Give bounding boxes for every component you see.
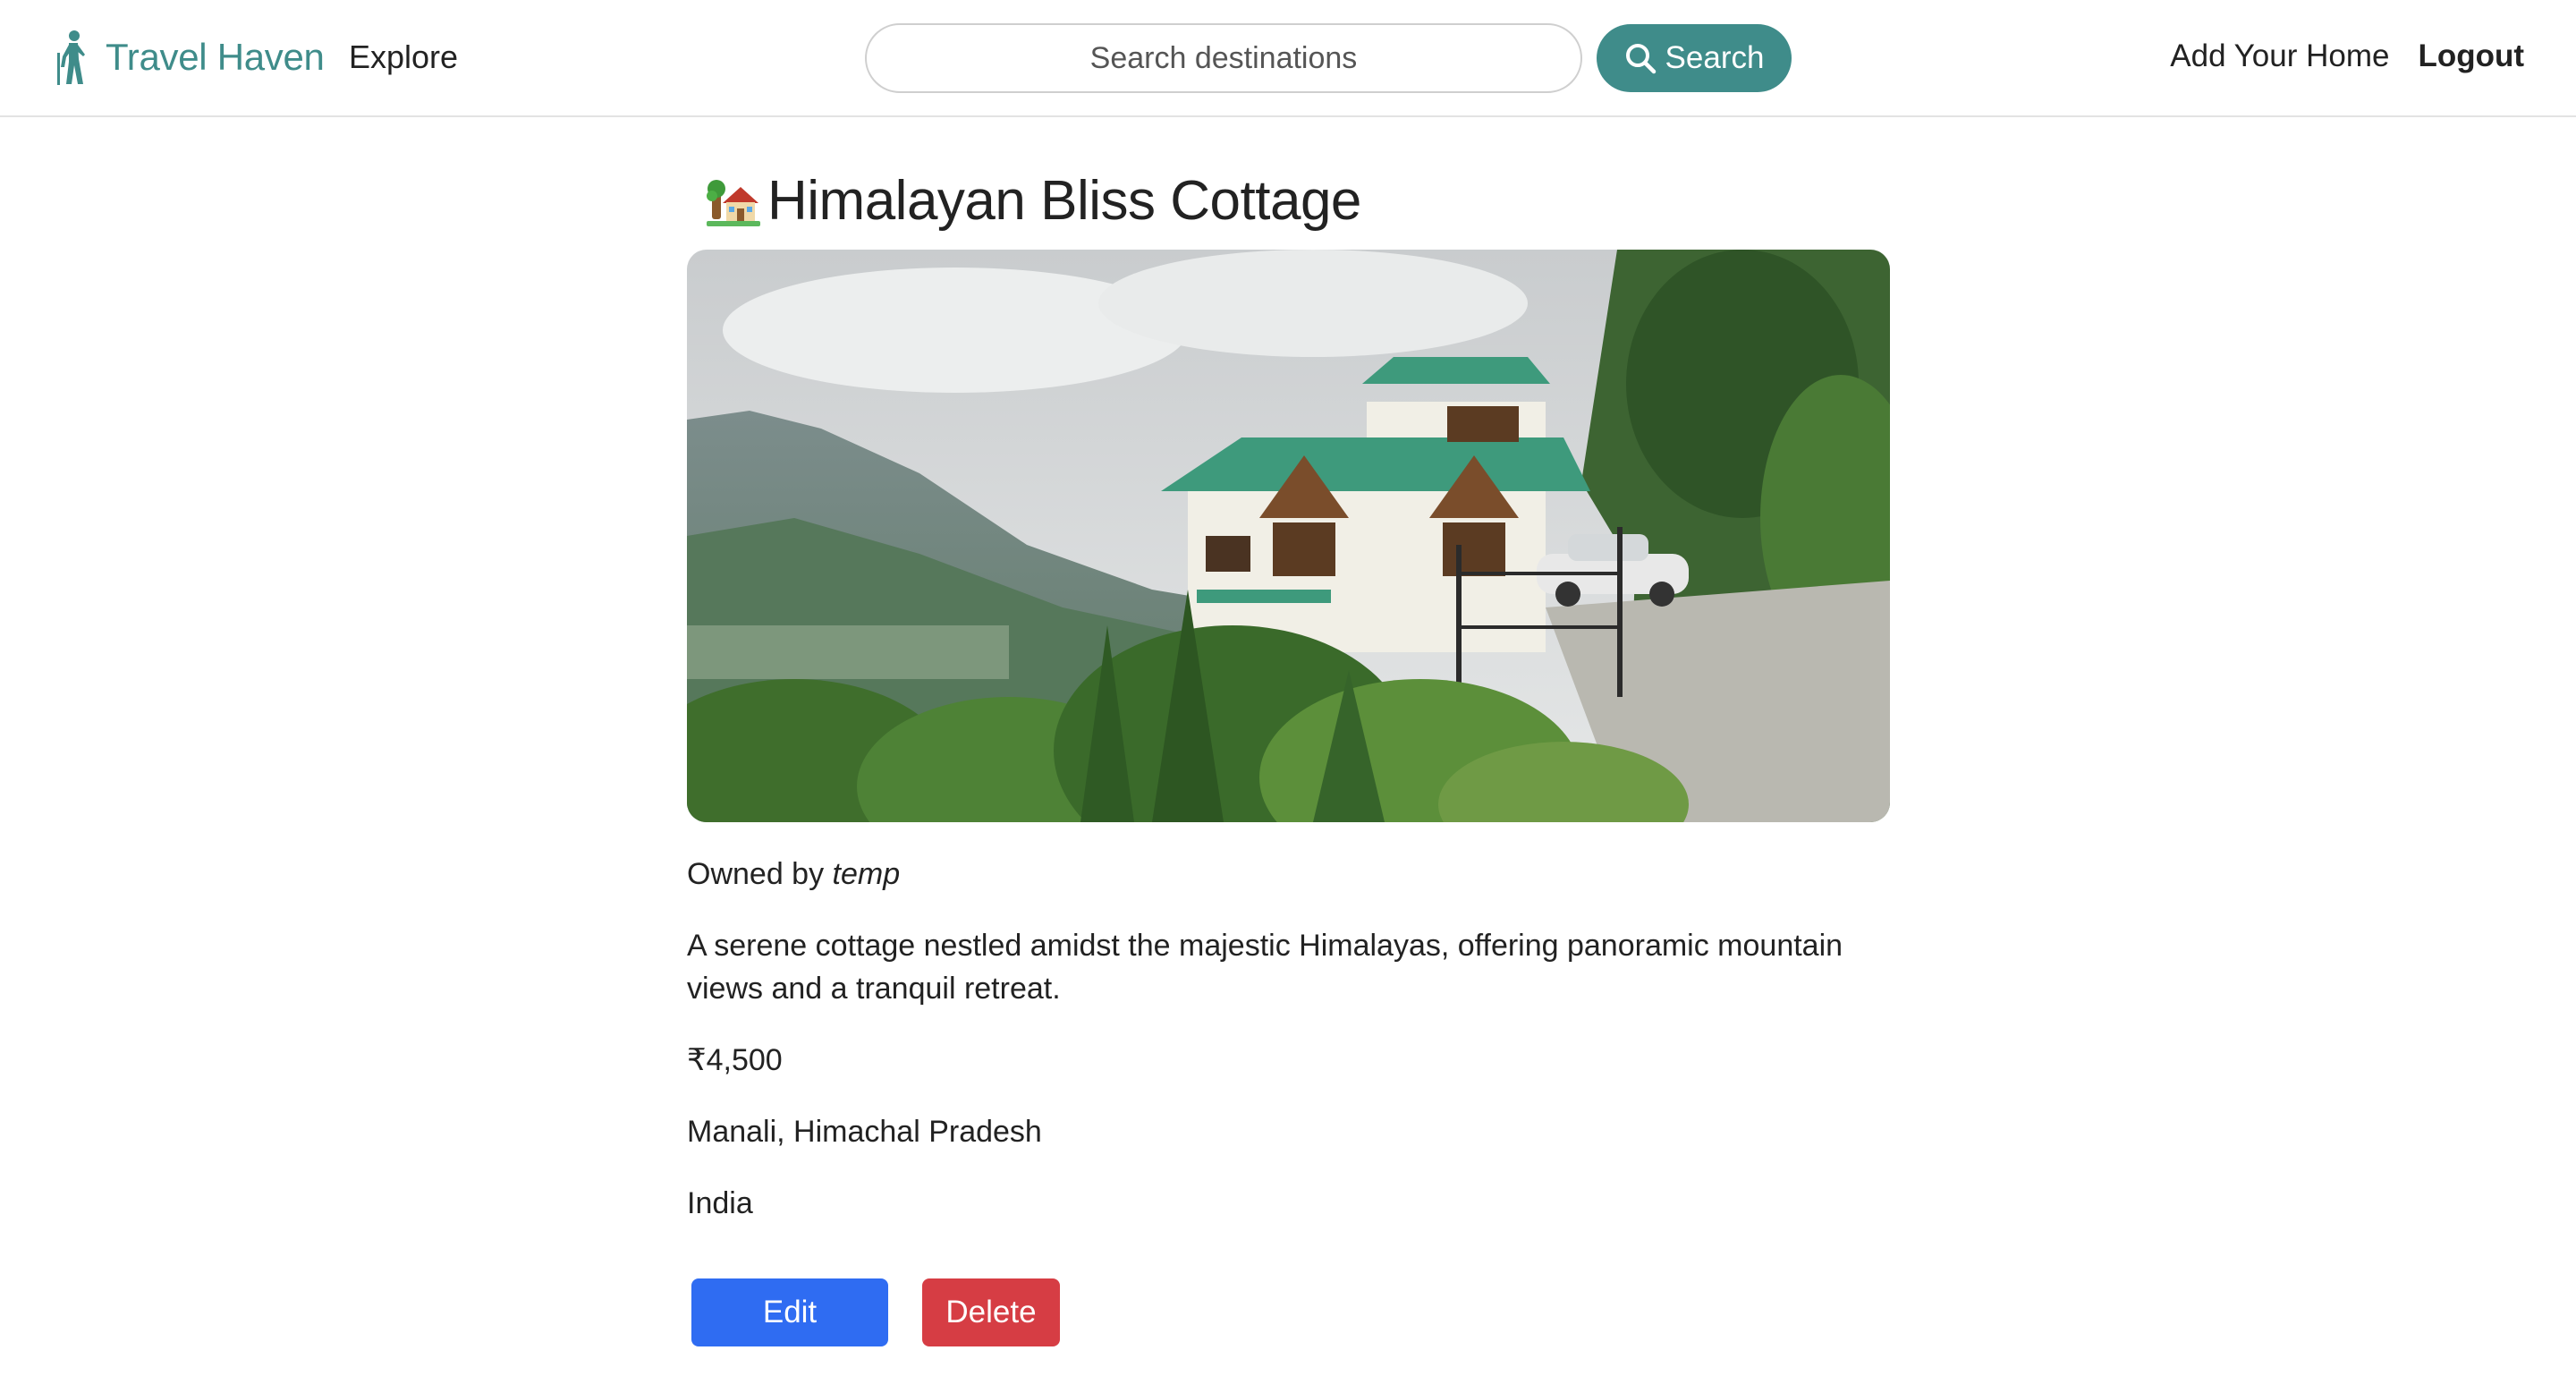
hiker-icon	[57, 30, 85, 85]
logout-link[interactable]: Logout	[2418, 38, 2524, 74]
owner-name: temp	[832, 857, 901, 891]
house-with-garden-icon	[707, 179, 760, 226]
listing-country: India	[687, 1186, 753, 1220]
cottage-photo-image	[687, 250, 1890, 822]
navbar: Travel Haven Explore Search Add Your Hom…	[0, 0, 2576, 117]
search-button-label: Search	[1665, 40, 1765, 75]
add-your-home-link[interactable]: Add Your Home	[2170, 38, 2389, 74]
listing-title-row: Himalayan Bliss Cottage	[707, 169, 1361, 233]
search-icon	[1625, 44, 1656, 74]
search-form: Search	[865, 23, 1792, 93]
search-input[interactable]	[865, 23, 1582, 93]
brand-link[interactable]: Travel Haven	[52, 25, 325, 89]
nav-explore-link[interactable]: Explore	[349, 38, 458, 76]
delete-button[interactable]: Delete	[922, 1278, 1060, 1346]
listing-info: Owned by temp A serene cottage nestled a…	[687, 853, 1890, 1225]
edit-button[interactable]: Edit	[691, 1278, 888, 1346]
listing-price: ₹4,500	[687, 1043, 783, 1077]
brand-name: Travel Haven	[106, 36, 325, 78]
search-button[interactable]: Search	[1597, 24, 1792, 92]
owned-by-label: Owned by	[687, 857, 825, 891]
owner-line: Owned by temp	[687, 853, 1890, 896]
nav-right: Add Your Home Logout	[2170, 38, 2524, 74]
listing-location: Manali, Himachal Pradesh	[687, 1115, 1042, 1149]
listing-title: Himalayan Bliss Cottage	[767, 170, 1361, 232]
listing-actions: Edit Delete	[691, 1278, 1060, 1346]
listing-description: A serene cottage nestled amidst the maje…	[687, 929, 1843, 1006]
listing-photo	[687, 250, 1890, 822]
